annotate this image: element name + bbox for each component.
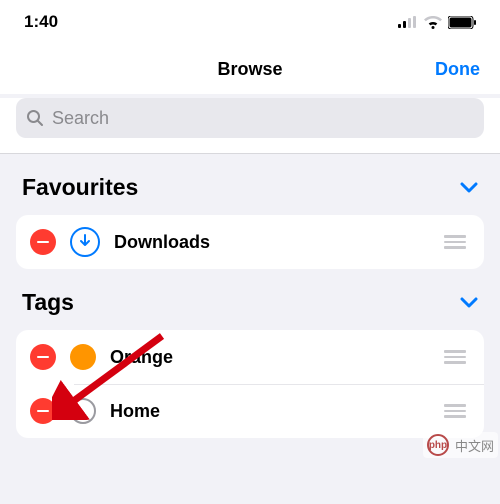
nav-header: Browse Done: [0, 44, 500, 94]
tags-section-header[interactable]: Tags: [0, 269, 500, 330]
cellular-icon: [398, 16, 418, 28]
delete-button[interactable]: [30, 398, 56, 424]
list-item-tag-home[interactable]: Home: [16, 384, 484, 438]
wifi-icon: [424, 16, 442, 29]
search-bar[interactable]: Search: [16, 98, 484, 138]
status-time: 1:40: [24, 12, 58, 32]
chevron-down-icon: [460, 297, 478, 309]
row-label: Home: [110, 401, 430, 422]
favourites-card: Downloads: [16, 215, 484, 269]
tags-title: Tags: [22, 289, 74, 316]
tag-color-icon: [70, 344, 96, 370]
search-icon: [26, 109, 44, 127]
list-item-downloads[interactable]: Downloads: [16, 215, 484, 269]
watermark: php 中文网: [423, 432, 498, 458]
drag-handle-icon[interactable]: [444, 235, 470, 249]
watermark-text: 中文网: [455, 436, 494, 455]
watermark-logo: php: [427, 434, 449, 456]
drag-handle-icon[interactable]: [444, 404, 470, 418]
tags-card: Orange Home: [16, 330, 484, 438]
chevron-down-icon: [460, 182, 478, 194]
delete-button[interactable]: [30, 344, 56, 370]
delete-button[interactable]: [30, 229, 56, 255]
status-icons: [398, 16, 476, 29]
download-icon: [70, 227, 100, 257]
row-label: Downloads: [114, 232, 430, 253]
battery-icon: [448, 16, 476, 29]
favourites-title: Favourites: [22, 174, 138, 201]
status-bar: 1:40: [0, 0, 500, 44]
done-button[interactable]: Done: [435, 59, 480, 80]
tag-color-icon: [70, 398, 96, 424]
favourites-section-header[interactable]: Favourites: [0, 154, 500, 215]
page-title: Browse: [217, 59, 282, 80]
drag-handle-icon[interactable]: [444, 350, 470, 364]
search-placeholder: Search: [52, 108, 109, 129]
list-item-tag-orange[interactable]: Orange: [16, 330, 484, 384]
row-label: Orange: [110, 347, 430, 368]
